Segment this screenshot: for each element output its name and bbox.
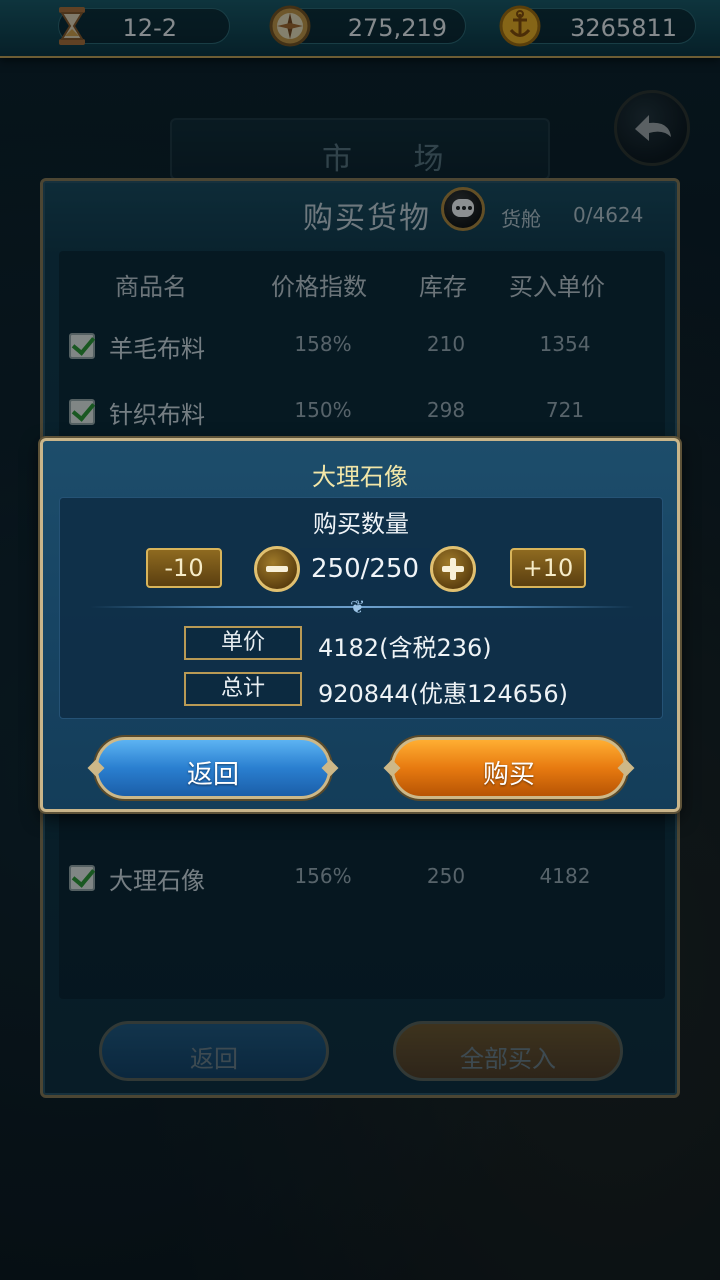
plus-10-button[interactable]: +10: [510, 548, 586, 588]
dialog-title: 大理石像: [312, 463, 408, 491]
ornament-icon: ❦: [350, 597, 366, 618]
purchase-quantity-dialog: 大理石像 购买数量 -10 250/250 +10 ❦ 单价 4182(含税23…: [40, 438, 680, 812]
total-label: 总计: [184, 672, 302, 706]
buy-button-label: 购买: [482, 760, 535, 790]
dialog-body: 购买数量 -10 250/250 +10 ❦ 单价 4182(含税236) 总计…: [59, 497, 663, 719]
total-value: 920844(优惠124656): [318, 680, 568, 708]
quantity-label: 购买数量: [313, 510, 409, 538]
back-button-label: 返回: [186, 760, 239, 790]
plus-circle-icon[interactable]: [430, 546, 476, 592]
unit-price-label: 单价: [184, 626, 302, 660]
quantity-value: 250/250: [300, 548, 430, 590]
buy-button[interactable]: 购买: [391, 737, 627, 799]
minus-circle-icon[interactable]: [254, 546, 300, 592]
back-button[interactable]: 返回: [95, 737, 331, 799]
minus-10-button[interactable]: -10: [146, 548, 222, 588]
unit-price-value: 4182(含税236): [318, 634, 492, 662]
